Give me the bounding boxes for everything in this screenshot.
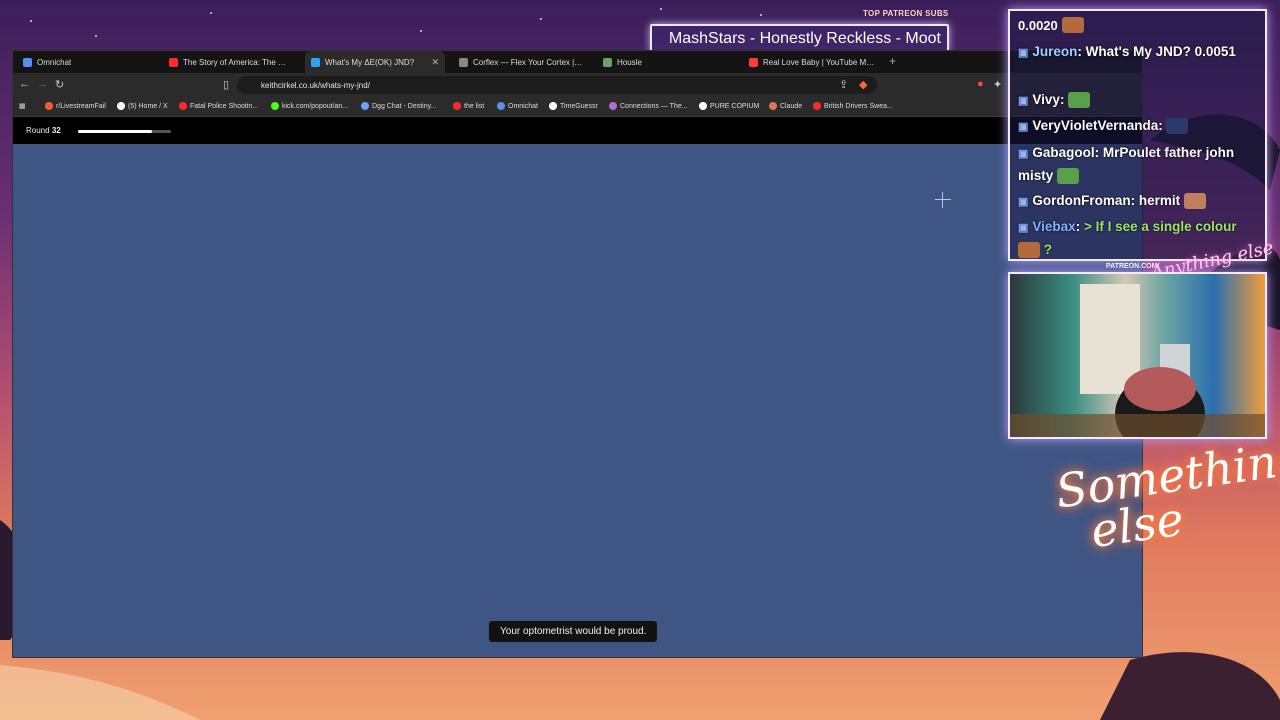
bookmark-omnichat[interactable]: Omnichat bbox=[497, 102, 538, 110]
youtube-icon bbox=[179, 102, 187, 110]
bookmark-timeguessr[interactable]: TimeGuessr bbox=[549, 102, 598, 110]
tab-label: Omnichat bbox=[37, 57, 72, 67]
tab-story-of-america[interactable]: The Story of America: The King's Call bbox=[163, 51, 295, 73]
chat-platform-icon: ▣ bbox=[1018, 47, 1029, 59]
reddit-icon bbox=[45, 102, 53, 110]
bookmark-icon[interactable]: ▯ bbox=[223, 78, 229, 91]
bookmark-x-home[interactable]: (5) Home / X bbox=[117, 102, 168, 110]
bookmark-british-drivers[interactable]: British Drivers Swea... bbox=[813, 102, 893, 110]
pepe-emote-icon bbox=[1068, 92, 1091, 109]
tab-label: Real Love Baby | YouTube Music bbox=[763, 57, 877, 67]
browser-window: Omnichat The Story of America: The King'… bbox=[12, 50, 1143, 658]
youtube-icon bbox=[813, 102, 821, 110]
emote-icon bbox=[1061, 17, 1084, 33]
back-arrow-icon[interactable]: ← bbox=[19, 78, 30, 90]
round-indicator: Round 32 bbox=[26, 126, 61, 135]
chat-message: ▣ Jureon: What's My JND? 0.0051 bbox=[1018, 44, 1236, 59]
bookmark-claude[interactable]: Claude bbox=[769, 102, 802, 110]
forward-arrow-icon[interactable]: → bbox=[37, 78, 48, 90]
list-icon bbox=[453, 102, 461, 110]
chat-top-score: 0.0020 bbox=[1018, 17, 1084, 33]
chat-message: ▣ Vivy: bbox=[1018, 89, 1091, 112]
emote-icon bbox=[1166, 118, 1189, 135]
omnichat-icon bbox=[497, 102, 505, 110]
corflex-favicon-icon bbox=[459, 57, 468, 67]
housle-favicon-icon bbox=[603, 57, 612, 67]
connections-icon bbox=[609, 102, 617, 110]
bookmarks-bar: ▦ r/LivestreamFail (5) Home / X Fatal Po… bbox=[13, 97, 1142, 117]
dgg-icon bbox=[361, 102, 369, 110]
chat-message: ▣ GordonFroman: hermit bbox=[1018, 190, 1206, 213]
kick-icon bbox=[271, 102, 279, 110]
tab-housle[interactable]: Housle bbox=[597, 51, 737, 73]
bookmark-pure-copium[interactable]: PURE COPIUM bbox=[699, 102, 759, 110]
round-number: 32 bbox=[51, 126, 61, 135]
chat-platform-icon: ▣ bbox=[1018, 222, 1029, 234]
result-toast: Your optometrist would be proud. bbox=[489, 621, 658, 642]
tab-label: The Story of America: The King's Call bbox=[183, 57, 289, 67]
color-test-area[interactable]: Your optometrist would be proud. bbox=[13, 144, 1142, 657]
omnichat-favicon-icon bbox=[23, 57, 32, 67]
tab-label: Housle bbox=[617, 57, 642, 67]
chat-platform-icon: ▣ bbox=[1018, 121, 1029, 133]
x-icon bbox=[117, 102, 125, 110]
emote-icon bbox=[1183, 193, 1206, 210]
reload-icon[interactable]: ↻ bbox=[55, 78, 64, 91]
jnd-favicon-icon bbox=[311, 57, 320, 67]
tab-strip: Omnichat The Story of America: The King'… bbox=[13, 51, 1142, 73]
top-patreon-label: TOP PATREON SUBS bbox=[863, 9, 949, 18]
chat-overlay: 0.0020 ▣ Jureon: What's My JND? 0.0051 ▣ V… bbox=[1008, 9, 1267, 261]
webcam-feed bbox=[1008, 272, 1267, 439]
chat-platform-icon: ▣ bbox=[1018, 196, 1029, 208]
tab-label: Corflex — Flex Your Cortex | Free Bra bbox=[473, 57, 583, 67]
game-header: Round 32 bbox=[13, 117, 1142, 144]
address-bar[interactable]: keithcirkel.co.uk/whats-my-jnd/ bbox=[237, 76, 877, 94]
share-icon[interactable]: ⇪ bbox=[839, 78, 848, 91]
chat-message: ▣ VeryVioletVernanda: bbox=[1018, 115, 1189, 138]
brave-shield-icon[interactable]: ◆ bbox=[859, 78, 867, 91]
tab-corflex[interactable]: Corflex — Flex Your Cortex | Free Bra bbox=[453, 51, 589, 73]
url-text: keithcirkel.co.uk/whats-my-jnd/ bbox=[261, 80, 370, 90]
extension-icon[interactable]: ● bbox=[977, 78, 984, 90]
navigation-bar: ← → ↻ ▯ keithcirkel.co.uk/whats-my-jnd/ … bbox=[13, 73, 1142, 97]
tab-omnichat[interactable]: Omnichat bbox=[17, 51, 165, 73]
x-icon bbox=[699, 102, 707, 110]
new-tab-button[interactable]: + bbox=[889, 54, 896, 68]
bookmark-the-list[interactable]: the list bbox=[453, 102, 484, 110]
tab-whats-my-jnd[interactable]: What's My ΔE(OK) JND? ✕ bbox=[305, 51, 445, 73]
bookmark-kick[interactable]: kick.com/popout/an... bbox=[271, 102, 348, 110]
top-patreon-names: MashStars - Honestly Reckless - Moot bbox=[668, 30, 941, 47]
timeguessr-icon bbox=[549, 102, 557, 110]
close-tab-icon[interactable]: ✕ bbox=[431, 57, 439, 68]
chat-platform-icon: ▣ bbox=[1018, 148, 1029, 160]
apps-grid-icon[interactable]: ▦ bbox=[19, 102, 26, 110]
pepe-emote-icon bbox=[1057, 168, 1080, 185]
bookmark-dgg-chat[interactable]: Dgg Chat - Destiny... bbox=[361, 102, 436, 110]
top-patreon-ticker: MashStars - Honestly Reckless - Moot bbox=[650, 24, 949, 52]
puzzle-extensions-icon[interactable]: ✦ bbox=[993, 78, 1002, 91]
chat-message: ▣ Gabagool: MrPoulet father john misty bbox=[1018, 145, 1235, 185]
webcam-scene bbox=[1010, 284, 1265, 437]
emote-icon bbox=[1018, 242, 1040, 259]
tab-real-love-baby[interactable]: Real Love Baby | YouTube Music bbox=[743, 51, 883, 73]
claude-icon bbox=[769, 102, 777, 110]
chat-platform-icon: ▣ bbox=[1018, 95, 1029, 107]
round-progress-bar bbox=[78, 130, 171, 133]
youtube-music-favicon-icon bbox=[749, 57, 758, 67]
round-progress-fill bbox=[78, 130, 153, 133]
crosshair-cursor-icon bbox=[935, 192, 951, 208]
youtube-favicon-icon bbox=[169, 57, 178, 67]
bookmark-livestreamfail[interactable]: r/LivestreamFail bbox=[45, 102, 106, 110]
bookmark-fatal-police[interactable]: Fatal Police Shootin... bbox=[179, 102, 258, 110]
bookmark-connections[interactable]: Connections — The... bbox=[609, 102, 688, 110]
tab-label: What's My ΔE(OK) JND? bbox=[325, 57, 415, 67]
